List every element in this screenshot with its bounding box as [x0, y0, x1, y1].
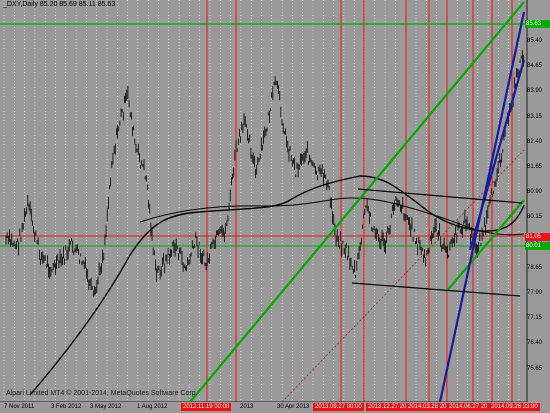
cycle-time-label: 2012.11.19 00:00	[181, 403, 232, 411]
price-label: 83.15	[527, 113, 543, 120]
dotted-trendline	[281, 149, 525, 403]
time-label: 2013	[240, 404, 254, 410]
price-label: 80.90	[527, 189, 543, 196]
time-label: 3 May 2012	[90, 404, 122, 410]
price-bars	[5, 50, 525, 396]
price-tag-red-level: 81.05	[525, 233, 550, 241]
horizontal-levels	[0, 0, 528, 403]
cycle-time-label: 2014.03.28 20	[406, 403, 449, 411]
time-label: 3 Feb 2012	[51, 404, 82, 410]
price-label: 82.40	[527, 138, 543, 145]
price-chart[interactable]	[0, 0, 550, 413]
cycle-time-label: 2013.09.27 00:00	[313, 403, 364, 411]
price-label: 83.90	[527, 88, 543, 95]
price-label: 77.15	[527, 315, 543, 322]
price-label: 76.40	[527, 340, 543, 347]
vertical-grid	[3, 0, 520, 402]
cycle-lines	[206, 0, 513, 402]
price-label: 78.65	[527, 264, 543, 271]
trendline-drawings[interactable]	[189, 1, 526, 403]
time-label: 7 Nov 2011	[4, 404, 35, 410]
price-tag-top-green: 85.63	[525, 20, 550, 28]
time-label: 1 Aug 2012	[137, 404, 168, 410]
symbol-header: _DXY,Daily 85.20 85.69 85.11 85.63	[3, 1, 116, 8]
price-label: 85.40	[527, 38, 543, 44]
cycle-time-label: 2014.09.26 23:00	[489, 403, 540, 411]
price-label: 84.65	[527, 63, 543, 70]
price-label: 75.65	[527, 365, 543, 372]
black-channel-bottom	[351, 282, 521, 297]
blue-channel-lower	[468, 59, 526, 251]
price-label: 81.65	[527, 164, 543, 170]
price-label: 80.15	[527, 214, 543, 221]
price-tag-green-level: 80.01	[525, 242, 550, 250]
price-label: 77.90	[527, 290, 543, 296]
cycle-time-label: 2014.06.27 20	[447, 403, 490, 411]
chart-window[interactable]: _DXY,Daily 85.20 85.69 85.11 85.63 Alpar…	[0, 0, 550, 413]
moving-average-slow	[29, 175, 525, 396]
cycle-time-label: 2013.12.27 20	[366, 403, 409, 411]
copyright-text: Alpari Limited MT4 © 2001-2014, MetaQuot…	[6, 390, 198, 397]
time-label: 30 Apr 2013	[277, 404, 310, 410]
